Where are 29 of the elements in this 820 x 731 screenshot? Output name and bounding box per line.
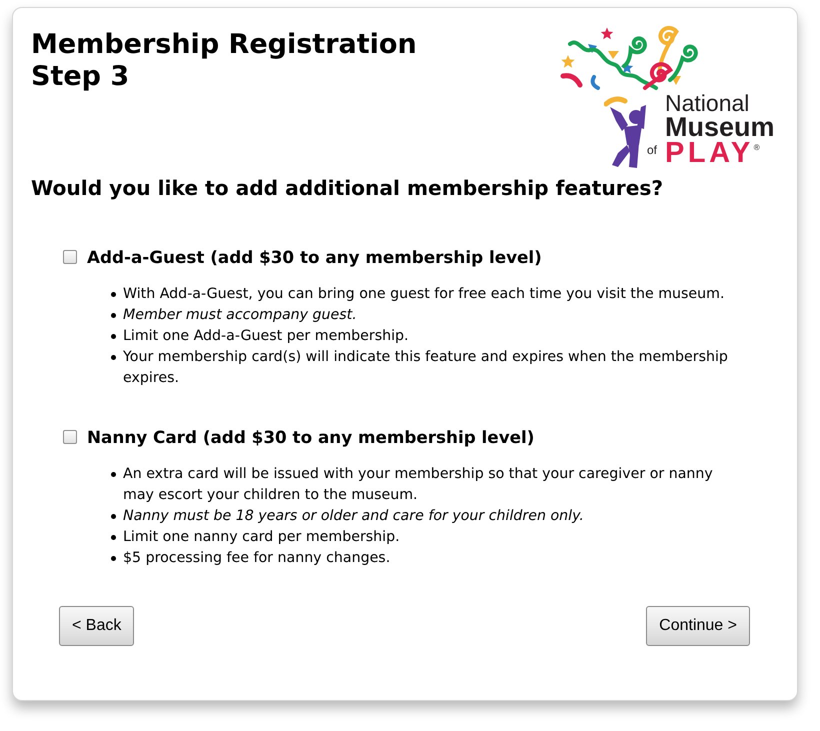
option-label[interactable]: Add-a-Guest (add $30 to any membership level) [87,245,542,269]
bullet-icon [111,556,116,561]
bullet-text: Limit one Add-a-Guest per membership. [123,327,409,346]
bullet-icon [111,535,116,540]
bullet-icon [111,355,116,360]
checkbox[interactable] [63,430,77,444]
bullet-text: With Add-a-Guest, you can bring one guest for free each time you visit the museum. [123,285,724,304]
bullet-icon [111,472,116,477]
bullet-icon [111,334,116,339]
registered-mark: ® [754,143,760,153]
logo-text: Museum [665,115,775,140]
question-heading: Would you like to add additional membership features? [31,175,664,201]
bullet-text: Member must accompany guest. [123,306,357,325]
logo-text: of [647,144,658,156]
back-button[interactable]: < Back [59,606,134,646]
checkbox[interactable] [63,250,77,264]
bullet-icon [111,292,116,297]
bullet-icon [111,313,116,318]
option-label[interactable]: Nanny Card (add $30 to any membership level) [87,425,534,449]
bullet-text: $5 processing fee for nanny changes. [123,549,390,568]
logo-text: National [665,91,750,115]
bullet-text: Limit one nanny card per membership. [123,528,400,547]
page-title: Membership Registration Step 3 [31,29,418,93]
bullet-icon [111,514,116,519]
continue-button[interactable]: Continue > [646,606,750,646]
bullet-text: An extra card will be issued with your membership so that your caregiver or nanny may escort your children to the museum. [123,465,714,505]
logo-text: PLAY [665,140,754,167]
bullet-text: Nanny must be 18 years or older and care for your children only. [123,507,584,526]
bullet-text: Your membership card(s) will indicate this feature and expires when the membership expires. [123,348,729,388]
